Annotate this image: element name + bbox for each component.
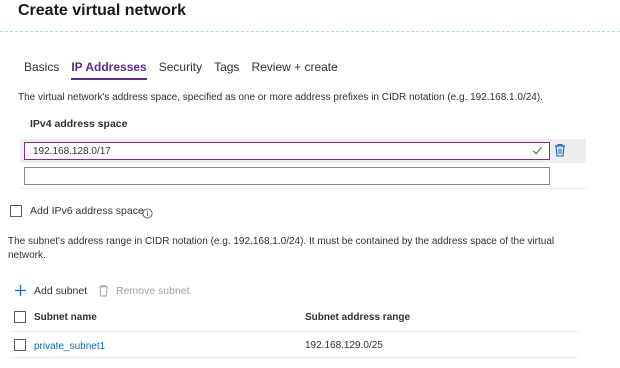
tab-tags[interactable]: Tags [214, 60, 239, 78]
select-all-checkbox[interactable] [14, 311, 26, 323]
tab-review-create[interactable]: Review + create [251, 60, 337, 78]
checkmark-icon [532, 145, 543, 159]
remove-subnet-button[interactable]: Remove subnet [116, 285, 190, 297]
table-row-divider [10, 357, 578, 358]
ipv4-address-input[interactable]: 192.168.128.0/17 [24, 142, 550, 160]
add-icon[interactable] [14, 284, 27, 302]
row-checkbox[interactable] [14, 339, 26, 351]
address-space-description: The virtual network's address space, spe… [18, 92, 543, 103]
tab-security[interactable]: Security [159, 60, 202, 78]
info-icon[interactable] [142, 206, 153, 224]
trash-icon [98, 284, 109, 302]
ipv6-label: Add IPv6 address space [30, 205, 144, 217]
subnet-description: The subnet's address range in CIDR notat… [8, 235, 608, 263]
tab-bar: Basics IP Addresses Security Tags Review… [24, 60, 338, 80]
header-divider [10, 331, 578, 332]
subnet-name-link[interactable]: private_subnet1 [34, 341, 105, 352]
subnet-description-line1: The subnet's address range in CIDR notat… [8, 236, 555, 247]
ipv6-checkbox[interactable] [10, 205, 22, 217]
subnet-range-value: 192.168.129.0/25 [305, 340, 383, 351]
subnet-description-line2: network. [8, 250, 46, 261]
column-header-subnet-name[interactable]: Subnet name [34, 312, 97, 323]
column-header-subnet-range[interactable]: Subnet address range [305, 312, 410, 323]
page-title: Create virtual network [18, 2, 187, 19]
ipv4-address-space-label: IPv4 address space [30, 118, 128, 130]
row-divider [20, 188, 586, 189]
title-divider [0, 31, 620, 32]
add-subnet-button[interactable]: Add subnet [34, 285, 87, 297]
tab-basics[interactable]: Basics [24, 60, 59, 78]
ipv4-address-value: 192.168.128.0/17 [33, 145, 111, 157]
trash-icon[interactable] [554, 143, 566, 162]
ipv4-address-input-new[interactable] [24, 167, 550, 185]
tab-ip-addresses[interactable]: IP Addresses [71, 60, 147, 80]
